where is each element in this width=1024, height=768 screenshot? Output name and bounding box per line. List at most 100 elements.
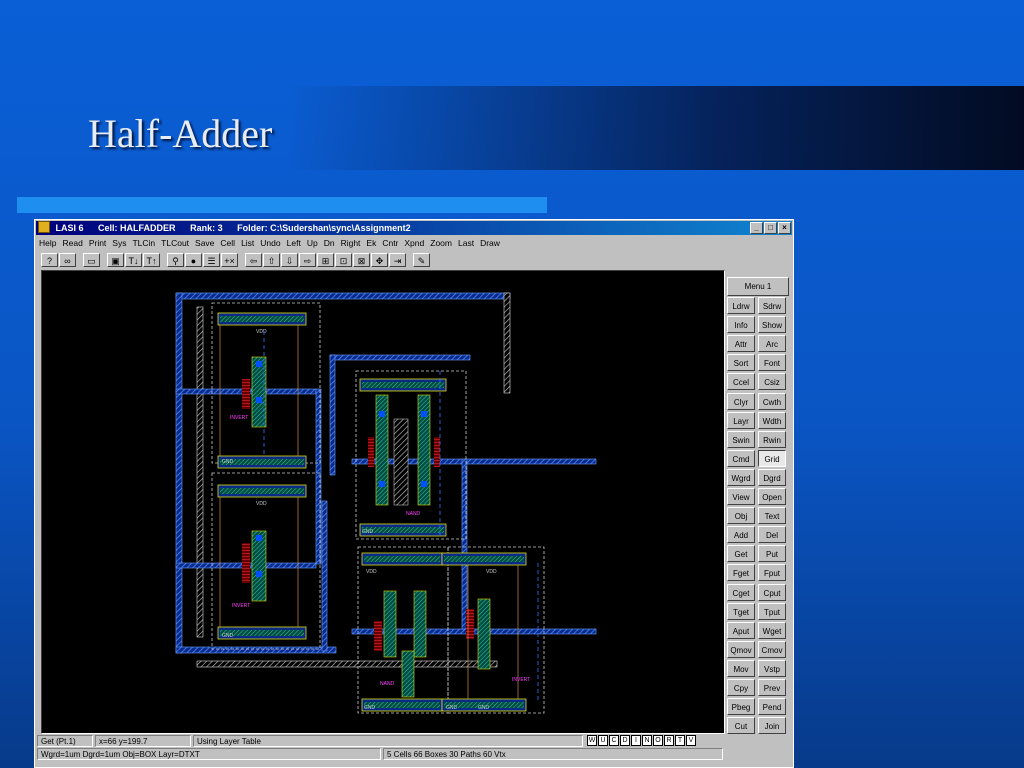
flag-c[interactable]: C (609, 735, 619, 746)
print-icon[interactable]: ▣ (107, 253, 124, 267)
maximize-button[interactable]: □ (764, 222, 777, 234)
layout-canvas[interactable]: INVERT VDD GND INVERT VDD GND NAND GND N… (41, 270, 725, 734)
cget-button[interactable]: Cget (727, 583, 755, 601)
menu-tlcout[interactable]: TLCout (161, 236, 189, 250)
put-button[interactable]: Put (758, 545, 786, 563)
qmov-button[interactable]: Qmov (727, 640, 755, 658)
menu-read[interactable]: Read (62, 236, 82, 250)
view-button[interactable]: View (727, 488, 755, 505)
flag-r[interactable]: R (664, 735, 674, 746)
menu-draw[interactable]: Draw (480, 236, 500, 250)
menu-sys[interactable]: Sys (112, 236, 126, 250)
menu-cell[interactable]: Cell (220, 236, 235, 250)
ldrw-button[interactable]: Ldrw (727, 297, 755, 314)
show-button[interactable]: Show (758, 316, 786, 334)
menu-help[interactable]: Help (39, 236, 56, 250)
flag-v[interactable]: V (686, 735, 696, 746)
menu1-button[interactable]: Menu 1 (727, 277, 789, 296)
flag-d[interactable]: D (620, 735, 630, 746)
up-arrow-icon[interactable]: ⇧ (263, 253, 280, 267)
layr-button[interactable]: Layr (727, 411, 755, 429)
list-icon[interactable]: ☰ (203, 253, 220, 267)
menu-cntr[interactable]: Cntr (382, 236, 398, 250)
aput-button[interactable]: Aput (727, 621, 755, 639)
menu-list[interactable]: List (241, 236, 254, 250)
zoom-icon[interactable]: ⚲ (167, 253, 184, 267)
minimize-button[interactable]: _ (750, 222, 763, 234)
swin-button[interactable]: Swin (727, 430, 755, 448)
menu-ek[interactable]: Ek (366, 236, 376, 250)
down-arrow-icon[interactable]: ⇩ (281, 253, 298, 267)
cwth-button[interactable]: Cwth (758, 392, 786, 410)
vstp-button[interactable]: Vstp (758, 659, 786, 677)
flag-t[interactable]: T (675, 735, 685, 746)
menu-dn[interactable]: Dn (324, 236, 335, 250)
right-arrow-icon[interactable]: ⇨ (299, 253, 316, 267)
clyr-button[interactable]: Clyr (727, 392, 755, 410)
ccel-button[interactable]: Ccel (727, 373, 755, 391)
help-icon[interactable]: ? (41, 253, 58, 267)
prev-button[interactable]: Prev (758, 679, 786, 696)
fget-button[interactable]: Fget (727, 564, 755, 582)
menu-xpnd[interactable]: Xpnd (404, 236, 424, 250)
dgrd-button[interactable]: Dgrd (758, 468, 786, 486)
flag-o[interactable]: O (653, 735, 663, 746)
attr-button[interactable]: Attr (727, 335, 755, 353)
layers-icon[interactable]: ● (185, 253, 202, 267)
sort-button[interactable]: Sort (727, 354, 755, 372)
join-button[interactable]: Join (758, 717, 786, 735)
menu-up[interactable]: Up (307, 236, 318, 250)
menu-zoom[interactable]: Zoom (430, 236, 452, 250)
info-button[interactable]: Info (727, 316, 755, 334)
pend-button[interactable]: Pend (758, 698, 786, 716)
cput-button[interactable]: Cput (758, 583, 786, 601)
flag-w[interactable]: W (587, 735, 597, 746)
close-button[interactable]: × (778, 222, 791, 234)
menu-tlcin[interactable]: TLCin (132, 236, 155, 250)
fput-button[interactable]: Fput (758, 564, 786, 582)
flag-u[interactable]: U (598, 735, 608, 746)
expand-icon[interactable]: ⊠ (353, 253, 370, 267)
window-titlebar[interactable]: LASI 6 Cell: HALFADDER Rank: 3 Folder: C… (36, 221, 792, 235)
grid-button[interactable]: Grid (758, 449, 786, 467)
tget-button[interactable]: Tget (727, 602, 755, 620)
font-button[interactable]: Font (758, 354, 786, 372)
left-arrow-icon[interactable]: ⇦ (245, 253, 262, 267)
cmov-button[interactable]: Cmov (758, 640, 786, 658)
csiz-button[interactable]: Csiz (758, 373, 786, 391)
menu-left[interactable]: Left (287, 236, 301, 250)
move-icon[interactable]: ✥ (371, 253, 388, 267)
cmd-button[interactable]: Cmd (727, 449, 755, 467)
menu-print[interactable]: Print (89, 236, 106, 250)
pbeg-button[interactable]: Pbeg (727, 698, 755, 716)
cpy-button[interactable]: Cpy (727, 679, 755, 696)
cross-icon[interactable]: +× (221, 253, 238, 267)
flag-n[interactable]: N (642, 735, 652, 746)
last-icon[interactable]: ⇥ (389, 253, 406, 267)
cut-button[interactable]: Cut (727, 717, 755, 735)
del-button[interactable]: Del (758, 526, 786, 544)
mov-button[interactable]: Mov (727, 659, 755, 677)
menu-undo[interactable]: Undo (260, 236, 280, 250)
fit-icon[interactable]: ⊞ (317, 253, 334, 267)
flag-i[interactable]: I (631, 735, 641, 746)
center-icon[interactable]: ⊡ (335, 253, 352, 267)
wgrd-button[interactable]: Wgrd (727, 468, 755, 486)
add-button[interactable]: Add (727, 526, 755, 544)
glasses-icon[interactable]: ∞ (59, 253, 76, 267)
menu-save[interactable]: Save (195, 236, 214, 250)
rwin-button[interactable]: Rwin (758, 430, 786, 448)
arc-button[interactable]: Arc (758, 335, 786, 353)
menu-right[interactable]: Right (341, 236, 361, 250)
menu-last[interactable]: Last (458, 236, 474, 250)
tlc-in-icon[interactable]: T↓ (125, 253, 142, 267)
wdth-button[interactable]: Wdth (758, 411, 786, 429)
sdrw-button[interactable]: Sdrw (758, 297, 786, 314)
get-button[interactable]: Get (727, 545, 755, 563)
cell-icon[interactable]: ▭ (83, 253, 100, 267)
tlc-out-icon[interactable]: T↑ (143, 253, 160, 267)
text-button[interactable]: Text (758, 507, 786, 525)
tput-button[interactable]: Tput (758, 602, 786, 620)
obj-button[interactable]: Obj (727, 507, 755, 525)
wget-button[interactable]: Wget (758, 621, 786, 639)
